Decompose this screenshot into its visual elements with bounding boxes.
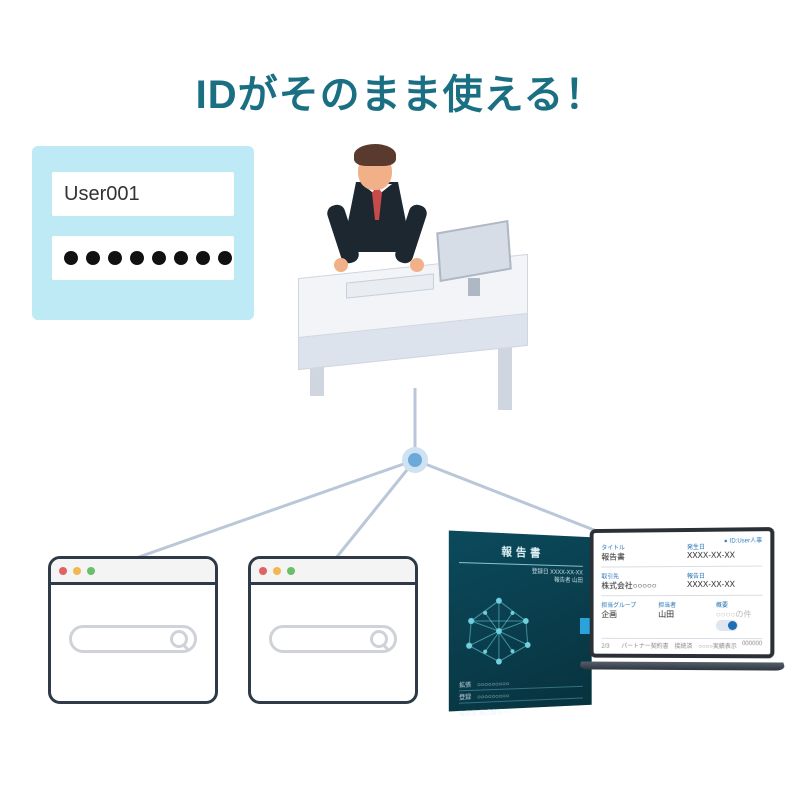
laptop-app: ID:User人事 タイトル 報告書 発生日 XXXX-XX-XX 取引先 株式…	[590, 527, 789, 717]
browser-window-2	[248, 556, 418, 704]
password-dot	[174, 251, 188, 265]
search-icon	[170, 630, 188, 648]
field-value[interactable]: 企画	[601, 609, 646, 620]
ai-meta-author-label: 報告者	[554, 578, 570, 584]
search-input[interactable]	[69, 625, 197, 653]
password-dot	[196, 251, 210, 265]
password-dot	[108, 251, 122, 265]
field-label: 報告日	[687, 571, 762, 580]
laptop-user-badge: ID:User人事	[724, 535, 762, 544]
ai-footer-label: 報告先	[459, 711, 477, 718]
password-field[interactable]	[52, 236, 234, 280]
password-dot	[152, 251, 166, 265]
password-dots	[64, 251, 232, 265]
window-controls	[51, 559, 215, 585]
page-title: IDがそのまま使える！	[0, 62, 801, 120]
ai-doc-title: 報告書	[459, 541, 583, 566]
ai-meta-date-label: 登録日	[532, 569, 549, 575]
field-value[interactable]: 報告書	[601, 551, 675, 563]
search-input[interactable]	[269, 625, 397, 653]
maximize-icon[interactable]	[287, 567, 295, 575]
browser-window-1	[48, 556, 218, 704]
laptop-base	[579, 662, 786, 671]
password-dot	[218, 251, 232, 265]
field-label: 取引先	[601, 571, 675, 580]
minimize-icon[interactable]	[73, 567, 81, 575]
maximize-icon[interactable]	[87, 567, 95, 575]
field-value[interactable]: XXXX-XX-XX	[687, 580, 762, 589]
field-label: 担当グループ	[601, 600, 646, 609]
login-card: User001	[32, 146, 254, 320]
password-dot	[130, 251, 144, 265]
field-value[interactable]: 山田	[658, 609, 704, 620]
ai-footer-value: 株式会社○○○○	[479, 709, 517, 717]
username-field[interactable]: User001	[52, 172, 234, 216]
toggle-switch[interactable]	[716, 620, 738, 631]
password-dot	[64, 251, 78, 265]
ai-meta-date: XXXX-XX-XX	[550, 570, 583, 577]
field-value[interactable]: XXXX-XX-XX	[687, 550, 762, 560]
password-dot	[86, 251, 100, 265]
network-graph-icon	[459, 590, 537, 673]
field-value[interactable]: 株式会社○○○○○	[601, 580, 675, 591]
window-controls	[251, 559, 415, 585]
minimize-icon[interactable]	[273, 567, 281, 575]
close-icon[interactable]	[259, 567, 267, 575]
field-label: 担当者	[658, 600, 704, 609]
user-at-desk-illustration	[298, 130, 528, 390]
field-label: 概要	[716, 600, 762, 609]
field-value[interactable]: ○○○○の件	[716, 609, 762, 631]
status-counter: 000000	[742, 641, 762, 650]
status-text: 2/3 パートナー契約書 接続済 ○○○○実績表示	[601, 641, 736, 650]
search-icon	[370, 630, 388, 648]
ai-source-document: 報告書 登録日 XXXX-XX-XX 報告者 山田	[449, 531, 592, 712]
close-icon[interactable]	[59, 567, 67, 575]
ai-meta-author: 山田	[572, 578, 583, 584]
